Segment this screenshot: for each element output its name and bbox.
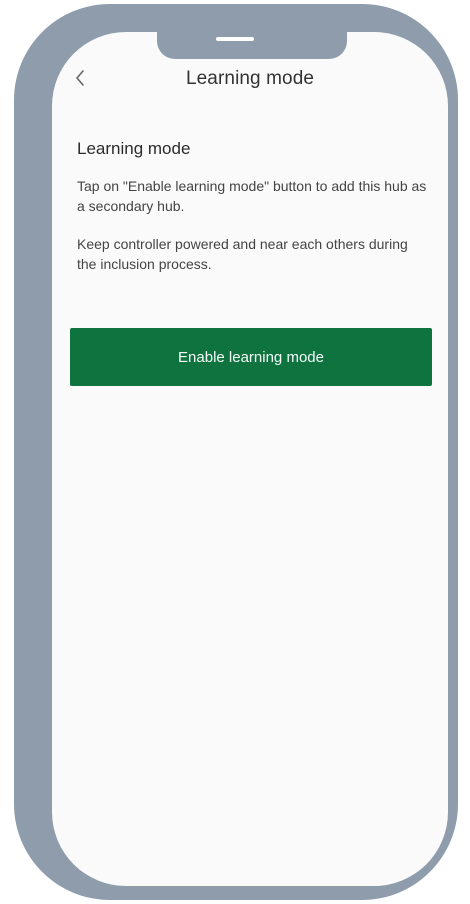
main-content: Learning mode Tap on "Enable learning mo… <box>77 138 427 292</box>
navigation-bar: Learning mode <box>52 60 448 98</box>
enable-learning-mode-button[interactable]: Enable learning mode <box>70 328 432 386</box>
instruction-text-proximity: Keep controller powered and near each ot… <box>77 236 408 272</box>
instruction-text-enable: Tap on "Enable learning mode" button to … <box>77 178 427 214</box>
speaker-slot <box>216 37 254 41</box>
page: Learning mode Learning mode Tap on "Enab… <box>0 0 470 904</box>
phone-frame: Learning mode Learning mode Tap on "Enab… <box>14 4 458 900</box>
phone-screen: Learning mode Learning mode Tap on "Enab… <box>52 32 448 886</box>
page-title: Learning mode <box>185 68 315 89</box>
section-heading: Learning mode <box>77 139 191 158</box>
